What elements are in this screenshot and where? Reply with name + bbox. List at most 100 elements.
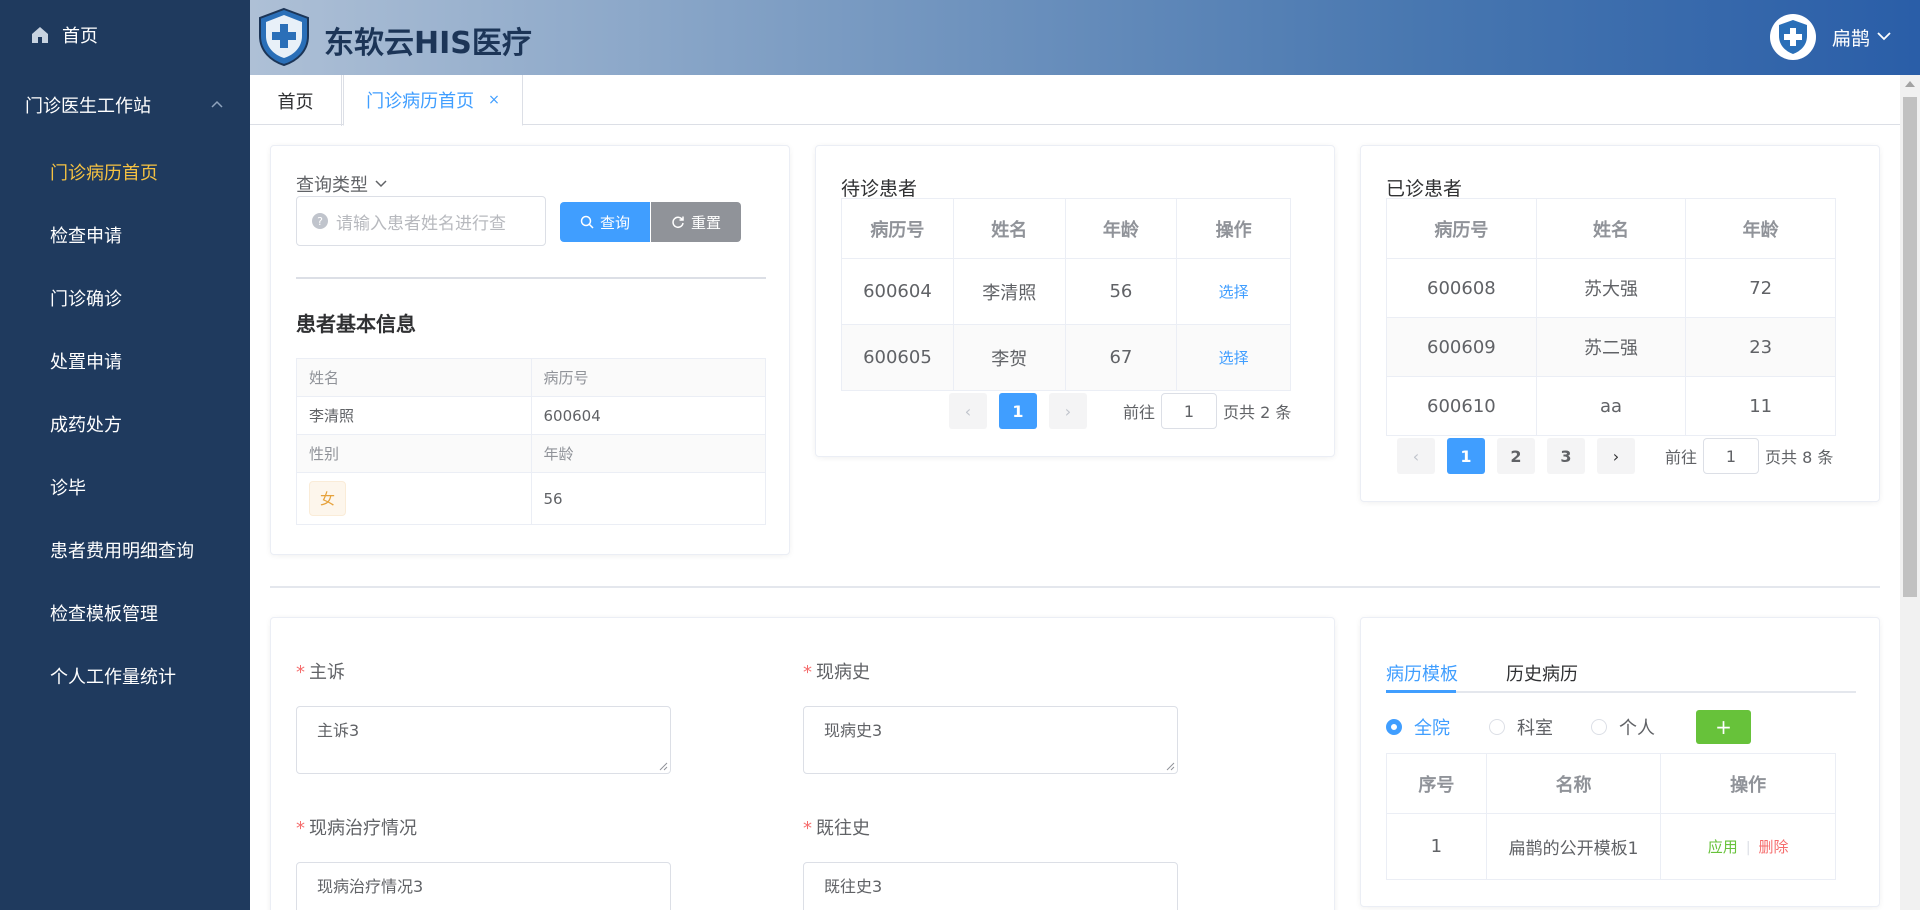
age-label: 年龄 bbox=[530, 434, 766, 473]
question-icon: ? bbox=[312, 213, 328, 229]
cell-id: 600608 bbox=[1386, 258, 1537, 318]
page-3-button[interactable]: 3 bbox=[1547, 438, 1585, 474]
prev-page-button[interactable]: ‹ bbox=[949, 393, 987, 429]
tab-home-label: 首页 bbox=[277, 91, 314, 113]
resize-grip-icon[interactable] bbox=[658, 761, 668, 771]
gender-tag: 女 bbox=[309, 481, 347, 516]
cell-id: 600604 bbox=[841, 258, 954, 325]
cell-id: 600609 bbox=[1386, 317, 1537, 377]
sidebar: 首页 门诊医生工作站 门诊病历首页 检查申请 门诊确诊 处置申请 成药处方 诊毕… bbox=[0, 0, 250, 910]
goto-post: 页共 2 条 bbox=[1223, 403, 1292, 422]
radio-department[interactable]: 科室 bbox=[1489, 714, 1553, 740]
vertical-scrollbar[interactable] bbox=[1900, 75, 1920, 910]
scrollbar-thumb[interactable] bbox=[1903, 97, 1917, 597]
apply-link[interactable]: 应用 bbox=[1708, 838, 1738, 856]
cell-age: 11 bbox=[1685, 376, 1836, 436]
section-divider bbox=[270, 586, 1880, 588]
chief-complaint-value: 主诉3 bbox=[317, 721, 360, 740]
sidebar-item-prescription[interactable]: 成药处方 bbox=[0, 392, 250, 455]
patient-age: 56 bbox=[530, 472, 766, 525]
finished-pagination: ‹ 1 2 3 › 前往 1 页共 8 条 bbox=[1397, 438, 1833, 474]
page-2-button[interactable]: 2 bbox=[1497, 438, 1535, 474]
prev-page-button[interactable]: ‹ bbox=[1397, 438, 1435, 474]
template-card: 病历模板 历史病历 全院 科室 个人 + 序号 名称 操作 1 扁鹊的公开模板1… bbox=[1360, 617, 1880, 907]
close-icon[interactable]: × bbox=[488, 92, 500, 108]
tab-active-ink bbox=[1386, 690, 1456, 693]
sidebar-item-fee-query[interactable]: 患者费用明细查询 bbox=[0, 518, 250, 581]
sidebar-item-workload[interactable]: 个人工作量统计 bbox=[0, 644, 250, 707]
sidebar-item-diagnosis[interactable]: 门诊确诊 bbox=[0, 266, 250, 329]
sidebar-item-exam-request[interactable]: 检查申请 bbox=[0, 203, 250, 266]
cell-id: 600610 bbox=[1386, 376, 1537, 436]
chevron-down-icon[interactable] bbox=[1876, 30, 1892, 42]
add-template-button[interactable]: + bbox=[1696, 710, 1751, 744]
sidebar-item-template-manage[interactable]: 检查模板管理 bbox=[0, 581, 250, 644]
goto-pre: 前往 bbox=[1665, 448, 1698, 467]
table-row[interactable]: 600608 苏大强 72 bbox=[1386, 258, 1836, 318]
page-1-button[interactable]: 1 bbox=[999, 393, 1037, 429]
chief-complaint-label: * 主诉 bbox=[296, 662, 345, 683]
sidebar-item-record-home[interactable]: 门诊病历首页 bbox=[0, 140, 250, 203]
table-row[interactable]: 600610 aa 11 bbox=[1386, 376, 1836, 436]
cell-age: 72 bbox=[1685, 258, 1836, 318]
sidebar-item-label: 门诊确诊 bbox=[50, 288, 122, 310]
sidebar-item-treatment-request[interactable]: 处置申请 bbox=[0, 329, 250, 392]
sidebar-item-home[interactable]: 首页 bbox=[0, 0, 250, 70]
table-row[interactable]: 600609 苏二强 23 bbox=[1386, 317, 1836, 377]
user-avatar[interactable] bbox=[1770, 14, 1816, 60]
cell-name: 苏二强 bbox=[1535, 317, 1687, 377]
refresh-icon bbox=[672, 216, 684, 229]
present-illness-value: 现病史3 bbox=[824, 721, 883, 740]
query-type-label: 查询类型 bbox=[296, 175, 368, 196]
chief-complaint-field[interactable]: 主诉3 bbox=[296, 706, 671, 774]
cell-age: 56 bbox=[1064, 258, 1178, 325]
tab-home[interactable]: 首页 bbox=[250, 75, 342, 126]
sidebar-item-label: 个人工作量统计 bbox=[50, 666, 176, 688]
tab-templates[interactable]: 病历模板 bbox=[1386, 660, 1458, 686]
patient-search-input[interactable]: ? 请输入患者姓名进行查 bbox=[296, 196, 546, 246]
radio-personal[interactable]: 个人 bbox=[1591, 714, 1655, 740]
sidebar-item-finish[interactable]: 诊毕 bbox=[0, 455, 250, 518]
select-link[interactable]: 选择 bbox=[1219, 349, 1249, 367]
radio-dot bbox=[1591, 719, 1607, 735]
table-row: 600604 李清照 56 选择 bbox=[841, 258, 1291, 325]
tab-record-home[interactable]: 门诊病历首页 × bbox=[343, 75, 523, 126]
user-name[interactable]: 扁鹊 bbox=[1832, 24, 1870, 51]
past-history-field[interactable]: 既往史3 bbox=[803, 862, 1178, 910]
next-page-button[interactable]: › bbox=[1597, 438, 1635, 474]
tab-active-label: 门诊病历首页 bbox=[366, 91, 475, 112]
chevron-down-icon bbox=[375, 180, 387, 188]
next-page-button[interactable]: › bbox=[1049, 393, 1087, 429]
present-illness-field[interactable]: 现病史3 bbox=[803, 706, 1178, 774]
page-1-button[interactable]: 1 bbox=[1447, 438, 1485, 474]
query-type-dropdown[interactable]: 查询类型 bbox=[296, 171, 388, 197]
sidebar-group-clinic[interactable]: 门诊医生工作站 bbox=[0, 70, 250, 140]
op-separator: | bbox=[1745, 840, 1751, 856]
query-button[interactable]: 查询 bbox=[560, 202, 650, 242]
goto-page-input[interactable]: 1 bbox=[1161, 393, 1218, 429]
patient-info-title: 患者基本信息 bbox=[296, 312, 416, 336]
app-header: 东软云HIS医疗 扁鹊 bbox=[250, 0, 1920, 75]
radio-hospital[interactable]: 全院 bbox=[1386, 714, 1450, 740]
col-header: 姓名 bbox=[952, 198, 1066, 259]
treatment-field[interactable]: 现病治疗情况3 bbox=[296, 862, 671, 910]
cell-name: 李贺 bbox=[952, 324, 1066, 391]
scroll-up-arrow-icon[interactable] bbox=[1905, 81, 1915, 87]
finished-title: 已诊患者 bbox=[1386, 178, 1463, 200]
tab-history[interactable]: 历史病历 bbox=[1506, 660, 1578, 686]
sidebar-item-label: 检查模板管理 bbox=[50, 603, 158, 625]
col-header: 操作 bbox=[1176, 198, 1291, 259]
select-link[interactable]: 选择 bbox=[1219, 283, 1249, 301]
tab-underline bbox=[1386, 691, 1856, 693]
past-history-label: * 既往史 bbox=[803, 818, 870, 839]
resize-grip-icon[interactable] bbox=[1165, 761, 1175, 771]
delete-link[interactable]: 删除 bbox=[1759, 838, 1789, 856]
cell-id: 600605 bbox=[841, 324, 954, 391]
goto-page: 前往 1 页共 8 条 bbox=[1665, 438, 1833, 474]
reset-button[interactable]: 重置 bbox=[651, 202, 741, 242]
treatment-value: 现病治疗情况3 bbox=[317, 877, 424, 896]
search-placeholder: 请输入患者姓名进行查 bbox=[336, 213, 506, 234]
cell-op: 选择 bbox=[1176, 258, 1291, 325]
goto-page-input[interactable]: 1 bbox=[1703, 438, 1760, 474]
name-label: 姓名 bbox=[296, 358, 532, 397]
